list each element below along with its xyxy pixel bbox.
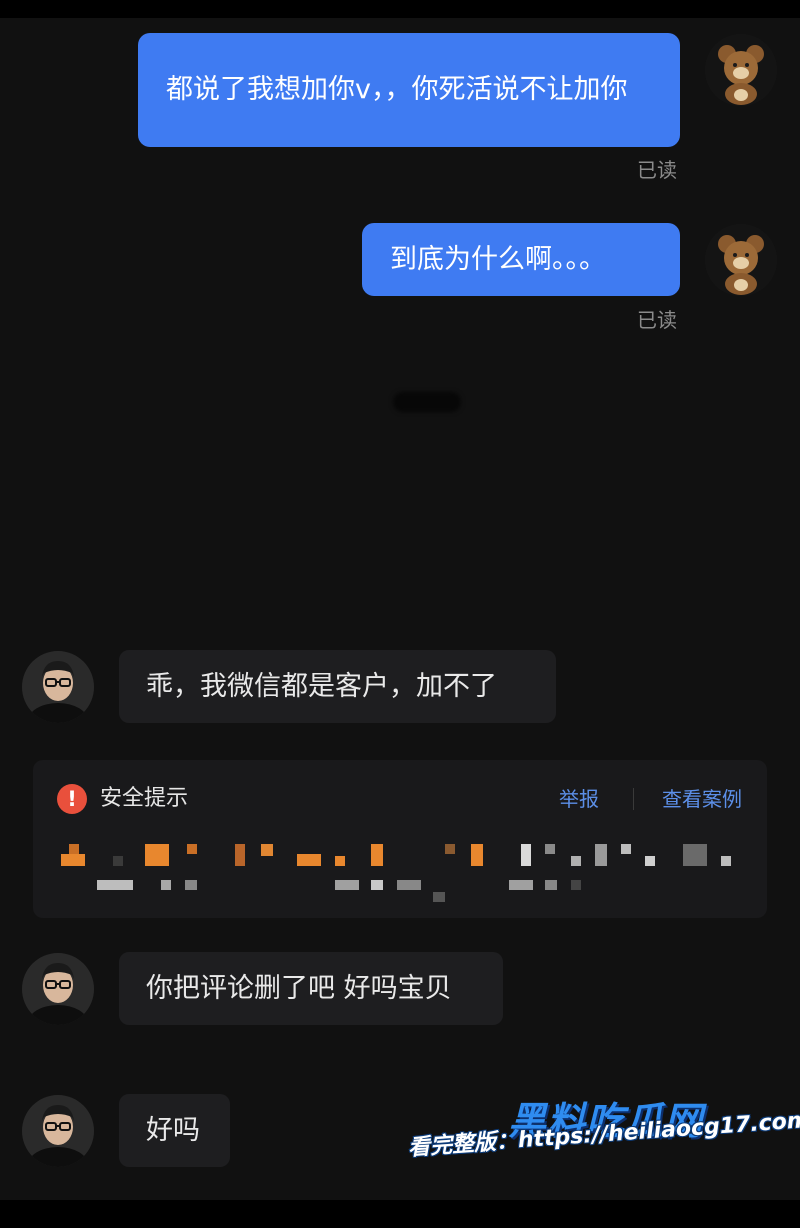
- bottom-bar: [0, 1200, 800, 1228]
- my-avatar[interactable]: [705, 34, 777, 106]
- sent-message-bubble[interactable]: 到底为什么啊。。。: [362, 223, 680, 296]
- status-bar: [0, 0, 800, 18]
- message-text: 好吗: [146, 1114, 200, 1146]
- message-text: 都说了我想加你v，，你死活说不让加你: [166, 74, 628, 105]
- read-receipt: 已读: [637, 308, 677, 332]
- received-message-bubble[interactable]: 好吗: [119, 1094, 230, 1167]
- man-avatar-icon: [22, 651, 94, 723]
- safety-notice-card: ! 安全提示 举报 查看案例: [33, 760, 767, 918]
- message-text: 到底为什么啊。。。: [390, 243, 606, 275]
- received-message-bubble[interactable]: 你把评论删了吧 好吗宝贝: [119, 952, 503, 1025]
- man-avatar-icon: [22, 953, 94, 1025]
- bear-avatar-icon: [705, 224, 777, 296]
- bear-avatar-icon: [705, 34, 777, 106]
- redaction-mark: [393, 392, 461, 412]
- sent-message-bubble[interactable]: 都说了我想加你v，，你死活说不让加你: [138, 33, 680, 147]
- my-avatar[interactable]: [705, 224, 777, 296]
- contact-avatar[interactable]: [22, 1095, 94, 1167]
- read-receipt: 已读: [637, 158, 677, 182]
- message-text: 乖，我微信都是客户，加不了: [146, 670, 497, 702]
- message-text: 你把评论删了吧 好吗宝贝: [146, 972, 452, 1004]
- man-avatar-icon: [22, 1095, 94, 1167]
- contact-avatar[interactable]: [22, 651, 94, 723]
- received-message-bubble[interactable]: 乖，我微信都是客户，加不了: [119, 650, 556, 723]
- contact-avatar[interactable]: [22, 953, 94, 1025]
- pixelated-redacted-text: [33, 760, 767, 918]
